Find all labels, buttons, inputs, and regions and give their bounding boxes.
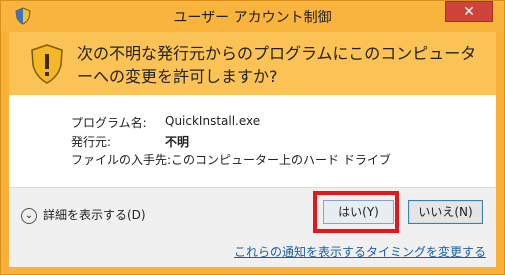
file-source-row: ファイルの入手先:このコンピューター上のハード ドライブ	[71, 151, 391, 168]
file-source-label: ファイルの入手先:	[71, 153, 172, 167]
no-button[interactable]: いいえ(N)	[408, 200, 483, 224]
program-name-label: プログラム名:	[71, 116, 147, 130]
program-name-value: QuickInstall.exe	[165, 114, 261, 128]
change-notification-link[interactable]: これらの通知を表示するタイミングを変更する	[234, 243, 486, 260]
program-info: プログラム名: QuickInstall.exe 発行元: 不明 ファイルの入手…	[9, 95, 496, 187]
close-button[interactable]: ✕	[445, 1, 493, 22]
window-title: ユーザー アカウント制御	[173, 10, 332, 26]
program-name-row: プログラム名: QuickInstall.exe	[71, 114, 260, 131]
warning-banner: 次の不明な発行元からのプログラムにこのコンピューターへの変更を許可しますか?	[9, 32, 496, 95]
publisher-row: 発行元: 不明	[71, 133, 189, 150]
file-source-value: このコンピューター上のハード ドライブ	[171, 153, 391, 167]
publisher-label: 発行元:	[71, 135, 112, 149]
consent-question: 次の不明な発行元からのプログラムにこのコンピューターへの変更を許可しますか?	[77, 44, 477, 86]
show-details-label: 詳細を表示する(D)	[43, 208, 146, 222]
yes-button[interactable]: はい(Y)	[323, 200, 394, 224]
uac-dialog: ユーザー アカウント制御 ✕ 次の不明な発行元からのプログラムにこのコンピュータ…	[0, 0, 505, 275]
show-details-toggle[interactable]: ⌄ 詳細を表示する(D)	[21, 206, 146, 224]
warning-shield-icon	[31, 44, 63, 84]
chevron-down-circle-icon: ⌄	[21, 207, 37, 224]
action-area: ⌄ 詳細を表示する(D) はい(Y) いいえ(N) これらの通知を表示するタイミン…	[9, 187, 496, 267]
title-bar: ユーザー アカウント制御 ✕	[1, 1, 504, 31]
publisher-value: 不明	[165, 135, 190, 149]
close-icon: ✕	[463, 4, 475, 20]
